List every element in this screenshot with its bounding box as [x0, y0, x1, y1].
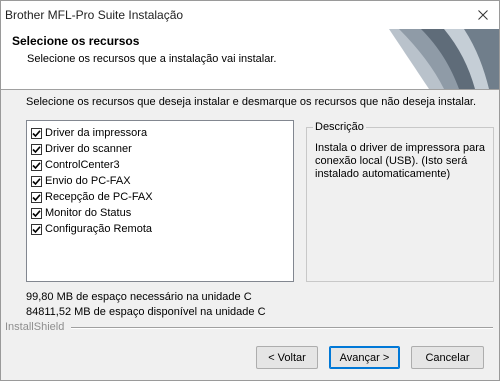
installshield-label: InstallShield: [5, 321, 65, 333]
instruction-text: Selecione os recursos que deseja instala…: [26, 96, 477, 108]
checkmark-icon: [32, 129, 41, 137]
feature-checkbox[interactable]: [31, 223, 42, 235]
cancel-button[interactable]: Cancelar: [411, 346, 484, 369]
feature-checkbox[interactable]: [31, 175, 42, 187]
checkmark-icon: [32, 161, 41, 169]
checkmark-icon: [32, 193, 41, 201]
feature-label: Driver do scanner: [45, 143, 132, 155]
feature-checkbox[interactable]: [31, 191, 42, 203]
description-legend: Descrição: [313, 121, 366, 133]
checkmark-icon: [32, 145, 41, 153]
close-button[interactable]: [467, 1, 499, 29]
description-group: Descrição Instala o driver de impressora…: [306, 121, 494, 282]
feature-label: Envio do PC-FAX: [45, 175, 131, 187]
feature-item[interactable]: ControlCenter3: [31, 157, 289, 173]
header-banner: Selecione os recursos Selecione os recur…: [1, 29, 499, 90]
close-icon: [478, 10, 488, 20]
feature-checkbox[interactable]: [31, 207, 42, 219]
feature-checkbox[interactable]: [31, 127, 42, 139]
window-title: Brother MFL-Pro Suite Instalação: [5, 8, 184, 22]
feature-item[interactable]: Monitor do Status: [31, 205, 289, 221]
checkmark-icon: [32, 177, 41, 185]
description-text: Instala o driver de impressora para cone…: [315, 142, 485, 180]
feature-label: Recepção de PC-FAX: [45, 191, 153, 203]
feature-label: ControlCenter3: [45, 159, 120, 171]
feature-checkbox[interactable]: [31, 143, 42, 155]
feature-item[interactable]: Recepção de PC-FAX: [31, 189, 289, 205]
space-required-text: 99,80 MB de espaço necessário na unidade…: [26, 291, 252, 303]
page-title: Selecione os recursos: [12, 34, 140, 48]
title-bar: Brother MFL-Pro Suite Instalação: [1, 1, 499, 29]
page-subtitle: Selecione os recursos que a instalação v…: [27, 53, 277, 65]
feature-checkbox[interactable]: [31, 159, 42, 171]
feature-item[interactable]: Configuração Remota: [31, 221, 289, 237]
feature-label: Driver da impressora: [45, 127, 148, 139]
feature-label: Configuração Remota: [45, 223, 153, 235]
feature-item[interactable]: Driver do scanner: [31, 141, 289, 157]
installer-window: Brother MFL-Pro Suite Instalação Selecio…: [0, 0, 500, 381]
header-decoration-icon: [389, 29, 499, 89]
checkmark-icon: [32, 225, 41, 233]
back-button[interactable]: < Voltar: [256, 346, 318, 369]
feature-item[interactable]: Envio do PC-FAX: [31, 173, 289, 189]
footer-divider: [71, 327, 493, 329]
feature-label: Monitor do Status: [45, 207, 132, 219]
feature-item[interactable]: Driver da impressora: [31, 125, 289, 141]
checkmark-icon: [32, 209, 41, 217]
feature-list[interactable]: Driver da impressora Driver do scanner C…: [26, 120, 294, 282]
space-available-text: 84811,52 MB de espaço disponível na unid…: [26, 306, 266, 318]
next-button[interactable]: Avançar >: [329, 346, 400, 369]
